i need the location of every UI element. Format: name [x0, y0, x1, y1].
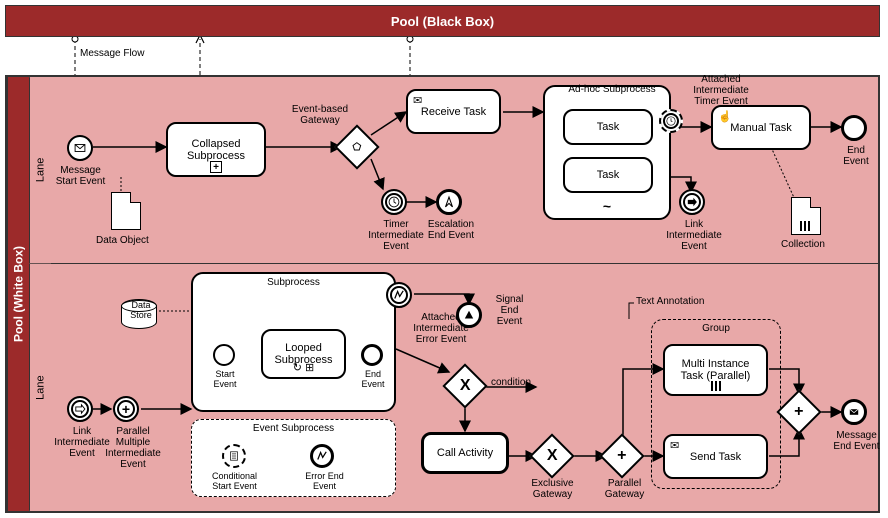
send-task: ✉ Send Task	[663, 434, 768, 479]
escalation-end-event	[436, 189, 462, 215]
end-event-label-lane1: End Event	[836, 145, 876, 167]
exclusive-gateway-1: X	[442, 364, 487, 409]
adhoc-task-1: Task	[563, 109, 653, 145]
error-end-event	[310, 444, 334, 468]
end-event-sub-label: End Event	[353, 370, 393, 390]
looped-subprocess: Looped Subprocess ↻ ⊞	[261, 329, 346, 379]
collapsed-subprocess: Collapsed Subprocess +	[166, 122, 266, 177]
event-sub-title: Event Subprocess	[192, 423, 395, 434]
condition-label: condition	[491, 377, 531, 388]
pool-white-title: Pool (White Box)	[7, 77, 29, 511]
parallel-multi-label: Parallel Multiple Intermediate Event	[99, 426, 167, 470]
start-event-label: Start Event	[205, 370, 245, 390]
signal-end-label: Signal End Event	[487, 294, 532, 327]
event-gateway-label: Event-based Gateway	[285, 104, 355, 126]
message-start-label: Message Start Event	[53, 165, 108, 187]
data-store-label: Data Store	[126, 301, 156, 321]
pool-white-box: Pool (White Box) Lane	[5, 75, 880, 513]
parallel-gw-label: Parallel Gateway	[597, 478, 652, 500]
collection-icon	[791, 197, 821, 235]
adhoc-label: Ad-hoc Subprocess	[557, 84, 667, 95]
event-based-gateway: ⬠	[334, 124, 379, 169]
lane-2: Lane	[29, 264, 878, 511]
lane-1-title: Lane	[29, 77, 51, 263]
message-end-event	[841, 399, 867, 425]
collection-label: Collection	[781, 239, 825, 250]
data-object-label: Data Object	[96, 235, 149, 246]
pool-black-box: Pool (Black Box)	[5, 5, 880, 37]
call-activity: Call Activity	[421, 432, 509, 474]
end-event-sub	[361, 344, 383, 366]
manual-task: ☝ Manual Task	[711, 105, 811, 150]
attached-error-event	[386, 282, 412, 308]
conditional-start-event	[222, 444, 246, 468]
message-start-event	[67, 135, 93, 161]
event-subprocess: Event Subprocess Conditional Start Event…	[191, 419, 396, 497]
message-end-label: Message End Event	[829, 430, 884, 452]
group-label: Group	[652, 323, 780, 334]
exclusive-gateway-2: X	[529, 434, 574, 479]
escalation-label: Escalation End Event	[421, 219, 481, 241]
subprocess-expanded: Subprocess Start Event Looped Subprocess…	[191, 272, 396, 412]
attached-timer-label: Attached Intermediate Timer Event	[681, 74, 761, 107]
parallel-gateway: +	[599, 434, 644, 479]
start-event-sub	[213, 344, 235, 366]
signal-end-event	[456, 302, 482, 328]
subprocess-title: Subprocess	[193, 277, 394, 288]
multi-instance-task: Multi Instance Task (Parallel)	[663, 344, 768, 396]
message-flow-label: Message Flow	[80, 48, 144, 59]
data-object-icon	[111, 192, 141, 230]
attached-timer-event	[659, 109, 683, 133]
error-end-label: Error End Event	[297, 472, 352, 492]
cond-start-label: Conditional Start Event	[202, 472, 267, 492]
link-intermediate-event	[679, 189, 705, 215]
adhoc-task-2: Task	[563, 157, 653, 193]
link-inter-label: Link Intermediate Event	[659, 219, 729, 252]
parallel-multiple-event: +	[113, 396, 139, 422]
lane-2-title: Lane	[29, 264, 51, 511]
end-event-lane1	[841, 115, 867, 141]
link-intermediate-catch	[67, 396, 93, 422]
exclusive-gw-label: Exclusive Gateway	[525, 478, 580, 500]
lane-1: Lane	[29, 77, 878, 264]
adhoc-subprocess: Ad-hoc Subprocess Task Task ~	[543, 85, 671, 220]
text-annotation: Text Annotation	[636, 296, 704, 307]
timer-intermediate-event	[381, 189, 407, 215]
receive-task: ✉ Receive Task	[406, 89, 501, 134]
parallel-gateway-join: +	[776, 390, 821, 435]
